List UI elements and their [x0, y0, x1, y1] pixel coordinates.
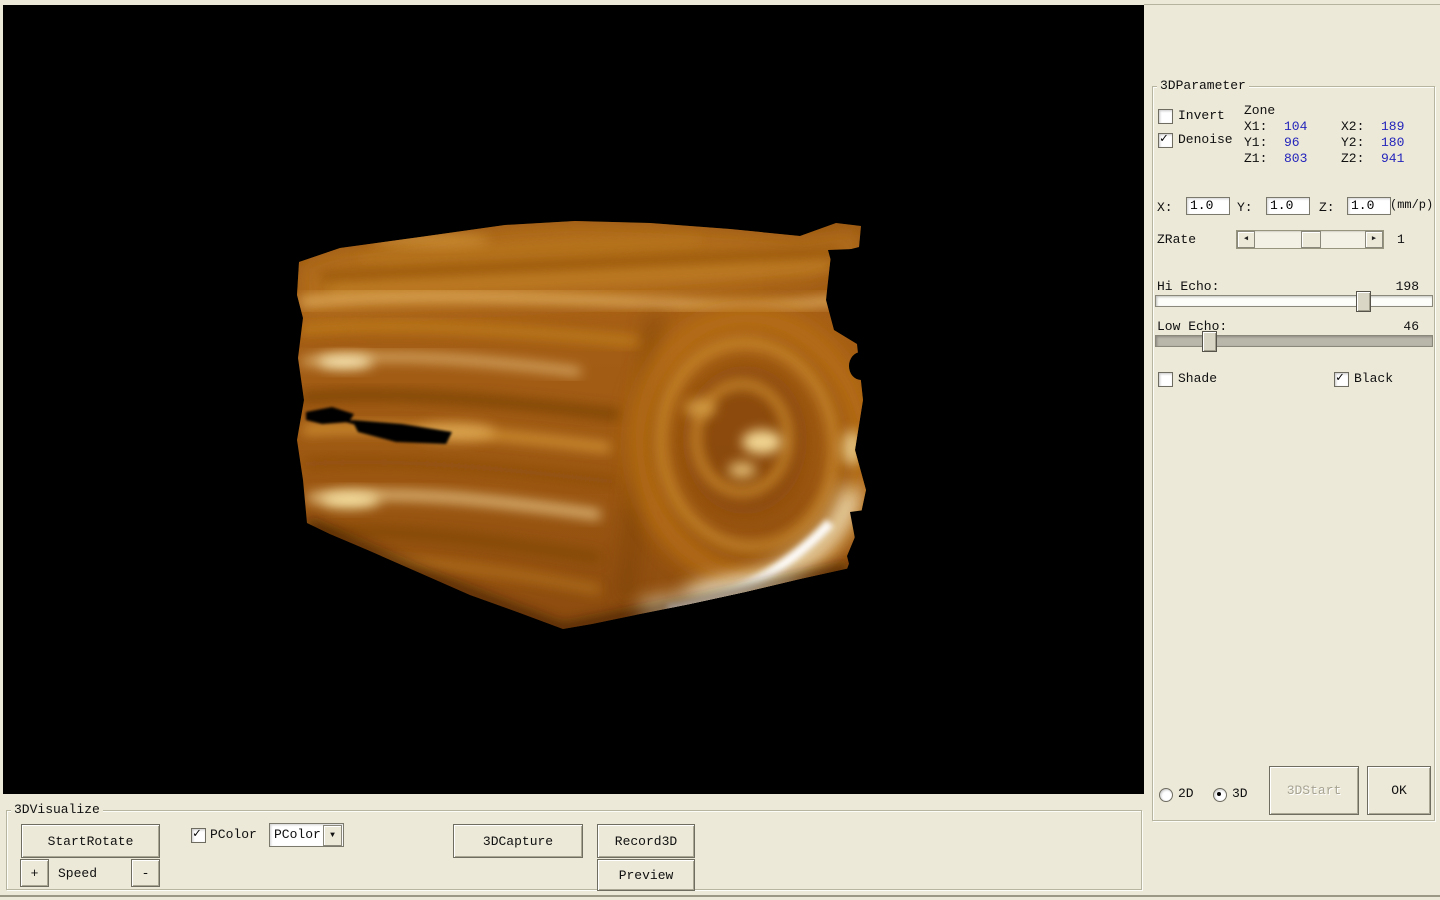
visualize-groupbox-title: 3DVisualize	[11, 802, 103, 817]
speed-label: Speed	[58, 866, 97, 881]
ok-button[interactable]: OK	[1367, 766, 1431, 815]
zone-x1-value: 104	[1284, 119, 1307, 134]
start-rotate-button[interactable]: StartRotate	[21, 824, 160, 858]
capture-3d-button[interactable]: 3DCapture	[453, 824, 583, 858]
low-echo-slider[interactable]	[1155, 335, 1433, 347]
scale-y-label: Y:	[1237, 200, 1253, 215]
denoise-label: Denoise	[1178, 132, 1233, 147]
dropdown-arrow-icon[interactable]: ▼	[323, 825, 342, 846]
app-window: { "icons": { "scroll_left": "◀", "scroll…	[0, 0, 1440, 900]
pcolor-dropdown-value: PColor	[274, 826, 321, 843]
zrate-scroll-left-icon[interactable]: ◀	[1237, 231, 1255, 248]
scale-x-label: X:	[1157, 200, 1173, 215]
pcolor-label: PColor	[210, 827, 257, 842]
scale-x-input[interactable]	[1186, 197, 1230, 215]
window-top-edge	[1144, 4, 1440, 5]
zrate-scroll-thumb[interactable]	[1301, 231, 1321, 248]
zone-x2-value: 189	[1381, 119, 1404, 134]
zrate-value: 1	[1397, 232, 1405, 247]
zone-y1-label: Y1:	[1244, 135, 1267, 150]
speed-plus-button[interactable]: +	[20, 859, 49, 887]
mode-2d-label: 2D	[1178, 786, 1194, 801]
scale-y-input[interactable]	[1266, 197, 1310, 215]
parameter-groupbox-title: 3DParameter	[1157, 78, 1249, 93]
record-3d-button[interactable]: Record3D	[597, 824, 695, 858]
zone-y2-label: Y2:	[1341, 135, 1364, 150]
mode-3d-radio[interactable]	[1213, 788, 1227, 802]
zone-title: Zone	[1244, 103, 1275, 118]
zrate-scrollbar[interactable]: ◀ ▶	[1236, 230, 1384, 249]
scale-z-label: Z:	[1319, 200, 1335, 215]
preview-button[interactable]: Preview	[597, 859, 695, 891]
denoise-checkbox[interactable]	[1158, 133, 1173, 148]
invert-label: Invert	[1178, 108, 1225, 123]
zone-z2-label: Z2:	[1341, 151, 1364, 166]
window-bottom-edge	[0, 895, 1440, 897]
mode-3d-label: 3D	[1232, 786, 1248, 801]
pcolor-checkbox[interactable]	[191, 828, 206, 843]
hi-echo-label: Hi Echo:	[1157, 279, 1219, 294]
start-3d-button[interactable]: 3DStart	[1269, 766, 1359, 815]
zone-z1-value: 803	[1284, 151, 1307, 166]
black-checkbox[interactable]	[1334, 372, 1349, 387]
render-viewport[interactable]	[3, 5, 1144, 794]
shade-label: Shade	[1178, 371, 1217, 386]
visualize-groupbox: 3DVisualize StartRotate + Speed - PColor…	[6, 810, 1142, 890]
zone-x1-label: X1:	[1244, 119, 1267, 134]
hi-echo-value: 198	[1383, 279, 1419, 294]
zone-y2-value: 180	[1381, 135, 1404, 150]
volume-render-3d	[3, 5, 1144, 794]
hi-echo-slider-thumb[interactable]	[1356, 291, 1371, 312]
zone-x2-label: X2:	[1341, 119, 1364, 134]
speed-minus-button[interactable]: -	[131, 859, 160, 887]
scale-unit-label: (mm/p)	[1390, 198, 1433, 213]
scale-z-input[interactable]	[1347, 197, 1391, 215]
pcolor-dropdown[interactable]: PColor ▼	[269, 823, 344, 847]
low-echo-value: 46	[1383, 319, 1419, 334]
zone-y1-value: 96	[1284, 135, 1300, 150]
zone-z1-label: Z1:	[1244, 151, 1267, 166]
zone-z2-value: 941	[1381, 151, 1404, 166]
mode-2d-radio[interactable]	[1159, 788, 1173, 802]
shade-checkbox[interactable]	[1158, 372, 1173, 387]
parameter-groupbox: 3DParameter Invert Denoise Zone X1: 104 …	[1152, 86, 1435, 821]
zrate-label: ZRate	[1157, 232, 1196, 247]
invert-checkbox[interactable]	[1158, 109, 1173, 124]
hi-echo-slider[interactable]	[1155, 295, 1433, 307]
zrate-scroll-right-icon[interactable]: ▶	[1365, 231, 1383, 248]
black-label: Black	[1354, 371, 1393, 386]
low-echo-slider-thumb[interactable]	[1202, 331, 1217, 352]
